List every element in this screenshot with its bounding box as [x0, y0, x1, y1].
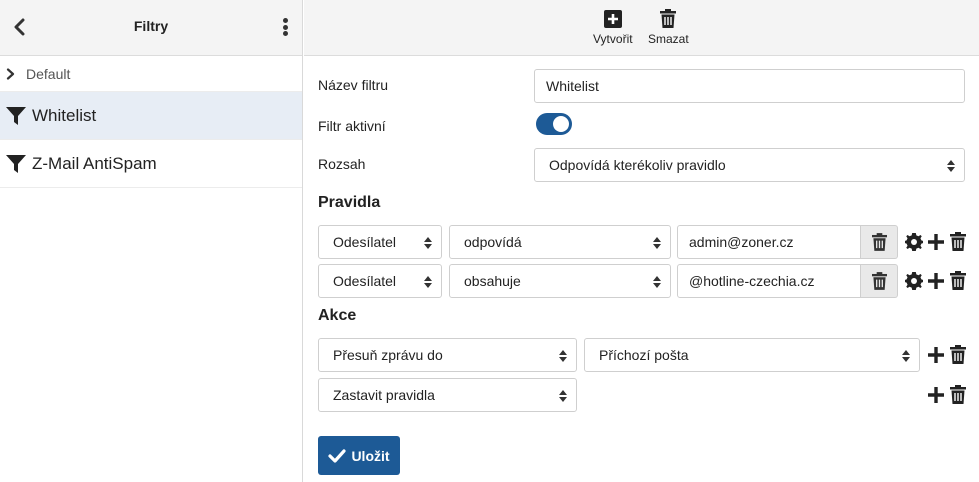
action-target-value: Příchozí pošta — [599, 347, 689, 363]
plus-icon — [928, 387, 944, 403]
toolbar: Vytvořit Smazat — [304, 0, 979, 56]
filter-active-toggle[interactable] — [536, 113, 572, 135]
toggle-knob — [553, 116, 569, 132]
chevron-right-icon — [6, 67, 18, 81]
select-arrows-icon — [559, 350, 567, 362]
rules-heading: Pravidla — [318, 194, 381, 211]
rule-field-value: Odesílatel — [333, 273, 397, 289]
remove-action-button[interactable] — [949, 344, 967, 364]
scope-select[interactable]: Odpovídá kterékoliv pravidlo — [534, 148, 965, 182]
filter-item-whitelist[interactable]: Whitelist — [0, 92, 302, 140]
filter-name-label: Název filtru — [318, 77, 389, 93]
checkmark-icon — [328, 448, 347, 463]
add-rule-button[interactable] — [927, 271, 945, 291]
remove-rule-button[interactable] — [949, 231, 967, 251]
select-arrows-icon — [653, 237, 661, 249]
remove-rule-button[interactable] — [949, 270, 967, 290]
rule-value-input[interactable]: admin@zoner.cz — [677, 225, 861, 259]
panel-title: Filtry — [133, 18, 169, 34]
rule-value-input[interactable]: @hotline-czechia.cz — [677, 264, 861, 298]
rule-field-select[interactable]: Odesílatel — [318, 264, 442, 298]
select-arrows-icon — [424, 276, 432, 288]
scope-label: Rozsah — [318, 156, 366, 172]
rule-settings-button[interactable] — [905, 271, 923, 291]
filter-group-label: Default — [26, 65, 71, 82]
filter-name-input[interactable]: Whitelist — [534, 69, 965, 103]
add-action-button[interactable] — [927, 345, 945, 365]
filter-item-zmail-antispam[interactable]: Z-Mail AntiSpam — [0, 140, 302, 188]
kebab-dot-icon — [282, 18, 288, 23]
funnel-icon — [5, 153, 27, 175]
action-type-value: Zastavit pravidla — [333, 387, 435, 403]
save-button[interactable]: Uložit — [318, 436, 400, 475]
rule-operator-select[interactable]: odpovídá — [449, 225, 671, 259]
funnel-icon — [5, 105, 27, 127]
filter-active-label: Filtr aktivní — [318, 118, 386, 134]
filter-item-label: Z-Mail AntiSpam — [32, 153, 157, 173]
save-button-label: Uložit — [351, 447, 390, 464]
trash-icon — [950, 270, 966, 290]
select-arrows-icon — [424, 237, 432, 249]
create-button[interactable]: Vytvořit — [593, 6, 633, 46]
scope-select-value: Odpovídá kterékoliv pravidlo — [549, 157, 726, 173]
trash-icon — [950, 231, 966, 251]
plus-icon — [928, 234, 944, 250]
add-rule-button[interactable] — [927, 232, 945, 252]
kebab-dot-icon — [282, 31, 288, 36]
add-action-button[interactable] — [927, 385, 945, 405]
delete-button-label: Smazat — [648, 32, 689, 46]
gear-icon — [905, 233, 923, 251]
select-arrows-icon — [947, 160, 955, 172]
kebab-dot-icon — [282, 24, 288, 30]
rule-operator-value: odpovídá — [464, 234, 522, 250]
select-arrows-icon — [559, 390, 567, 402]
plus-icon — [928, 347, 944, 363]
gear-icon — [905, 272, 923, 290]
create-button-label: Vytvořit — [593, 32, 633, 46]
action-type-value: Přesuň zprávu do — [333, 347, 443, 363]
select-arrows-icon — [653, 276, 661, 288]
rule-settings-button[interactable] — [905, 232, 923, 252]
filter-list-panel: Filtry Default Whitelist Z-Mail AntiSpam — [0, 0, 303, 482]
trash-icon — [950, 384, 966, 404]
rule-value-clear-button[interactable] — [861, 225, 898, 259]
filter-list-header: Filtry — [0, 0, 302, 56]
trash-icon — [871, 272, 887, 290]
more-menu-button[interactable] — [278, 16, 292, 38]
plus-square-icon — [603, 6, 622, 28]
rule-field-value: Odesílatel — [333, 234, 397, 250]
trash-icon — [950, 344, 966, 364]
plus-icon — [928, 273, 944, 289]
rule-value-clear-button[interactable] — [861, 264, 898, 298]
actions-heading: Akce — [318, 307, 357, 324]
action-type-select[interactable]: Zastavit pravidla — [318, 378, 577, 412]
rule-operator-value: obsahuje — [464, 273, 521, 289]
remove-action-button[interactable] — [949, 384, 967, 404]
filter-item-label: Whitelist — [32, 105, 97, 125]
trash-icon — [660, 6, 677, 28]
filter-group-default[interactable]: Default — [0, 56, 302, 92]
delete-button[interactable]: Smazat — [648, 6, 689, 46]
select-arrows-icon — [902, 350, 910, 362]
trash-icon — [871, 233, 887, 251]
filter-detail-panel: Vytvořit Smazat Název filtru Whitelist F… — [304, 0, 979, 482]
rule-field-select[interactable]: Odesílatel — [318, 225, 442, 259]
action-target-select[interactable]: Příchozí pošta — [584, 338, 920, 372]
rule-operator-select[interactable]: obsahuje — [449, 264, 671, 298]
action-type-select[interactable]: Přesuň zprávu do — [318, 338, 577, 372]
